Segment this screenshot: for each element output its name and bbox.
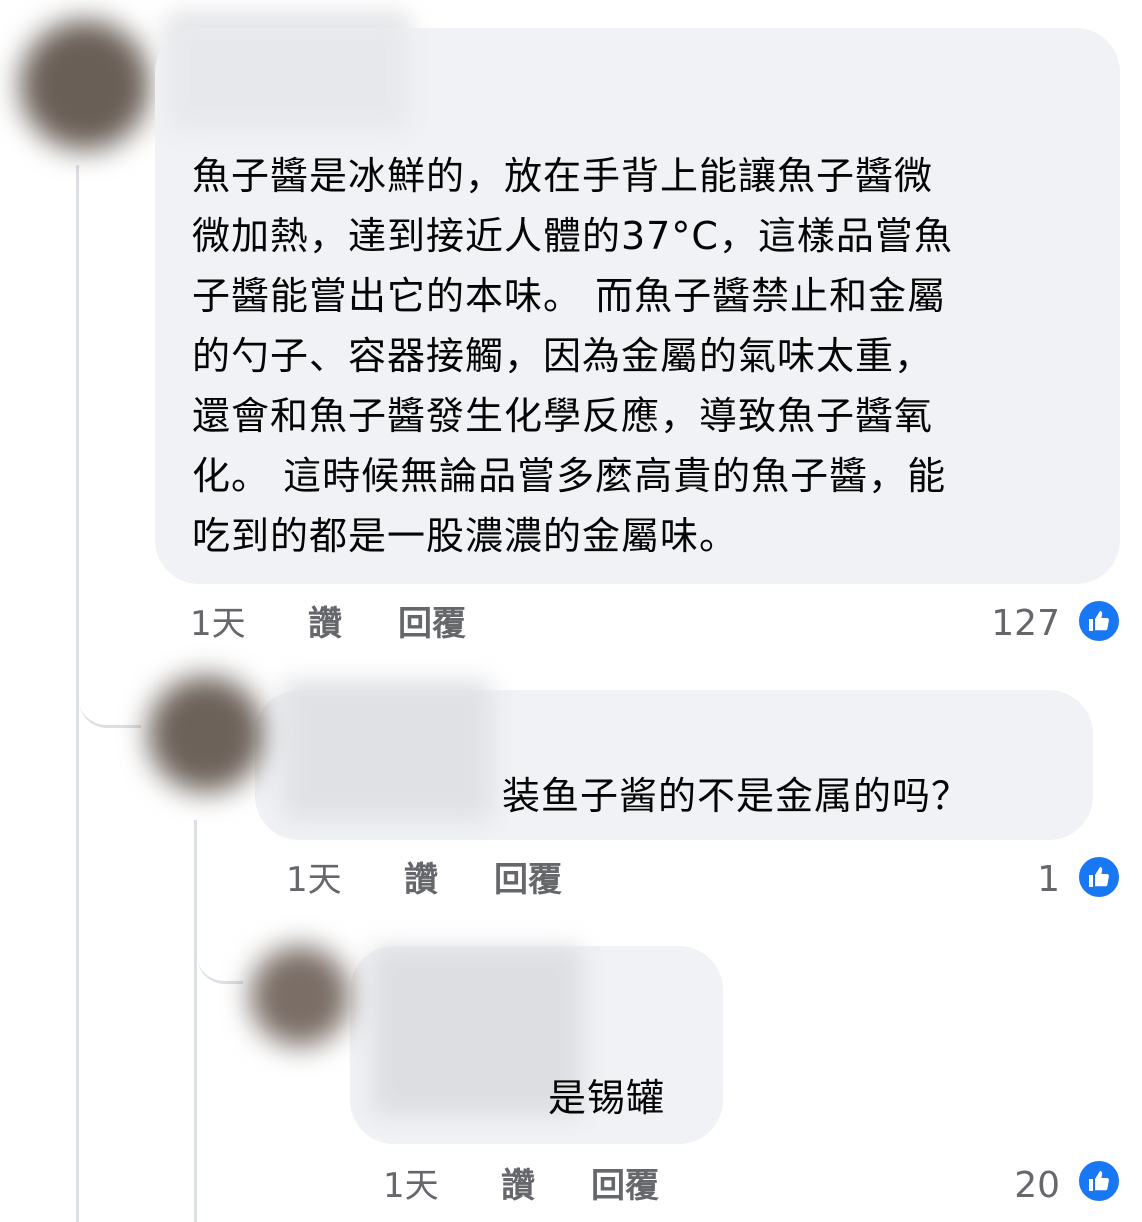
reply-button[interactable]: 回覆 [591,1164,659,1208]
reply-button[interactable]: 回覆 [494,858,562,902]
thumbs-up-icon[interactable] [1076,854,1122,900]
avatar[interactable] [250,946,350,1046]
comment-text-line: 化。 這時候無論品嘗多麼高貴的魚子醬，能 [192,454,947,498]
timestamp[interactable]: 1天 [286,858,342,902]
timestamp[interactable]: 1天 [383,1164,439,1208]
avatar[interactable] [148,676,264,792]
like-button[interactable]: 讚 [501,1164,535,1208]
reaction-count[interactable]: 1 [960,858,1060,902]
reaction-count[interactable]: 127 [960,602,1060,646]
comment-text: 装鱼子酱的不是金属的吗？ [502,774,971,818]
reaction-count[interactable]: 20 [960,1164,1060,1208]
thread-curve-reply-2 [197,930,243,984]
thumbs-up-icon[interactable] [1076,1158,1122,1204]
comment-text-line: 的勺子、容器接觸，因為金屬的氣味太重， [192,334,934,378]
comment-text-line: 還會和魚子醬發生化學反應，導致魚子醬氧 [192,394,934,438]
avatar[interactable] [20,20,150,150]
comment-text-line: 子醬能嘗出它的本味。 而魚子醬禁止和金屬 [192,274,947,318]
comment-text: 是锡罐 [548,1076,666,1120]
thread-line-reply [194,820,197,1222]
timestamp[interactable]: 1天 [190,602,246,646]
author-name-redacted[interactable] [282,680,492,820]
author-name-redacted [168,20,408,130]
comment-text-line: 微加熱，達到接近人體的37°C，這樣品嘗魚 [192,214,953,258]
comment-text-line: 魚子醬是冰鮮的，放在手背上能讓魚子醬微 [192,154,934,198]
like-button[interactable]: 讚 [404,858,438,902]
like-button[interactable]: 讚 [308,602,342,646]
reply-button[interactable]: 回覆 [398,602,466,646]
comment-actions: 1天 讚 回覆 [190,602,590,646]
comment-actions: 1天 讚 回覆 [286,858,686,902]
comment-text-line: 吃到的都是一股濃濃的金屬味。 [192,514,739,558]
comment-text: 魚子醬是冰鮮的，放在手背上能讓魚子醬微 微加熱，達到接近人體的37°C，這樣品嘗… [192,146,1092,566]
comment-actions: 1天 讚 回覆 [383,1164,783,1208]
thumbs-up-icon[interactable] [1076,598,1122,644]
thread-curve-reply-1 [79,660,141,728]
